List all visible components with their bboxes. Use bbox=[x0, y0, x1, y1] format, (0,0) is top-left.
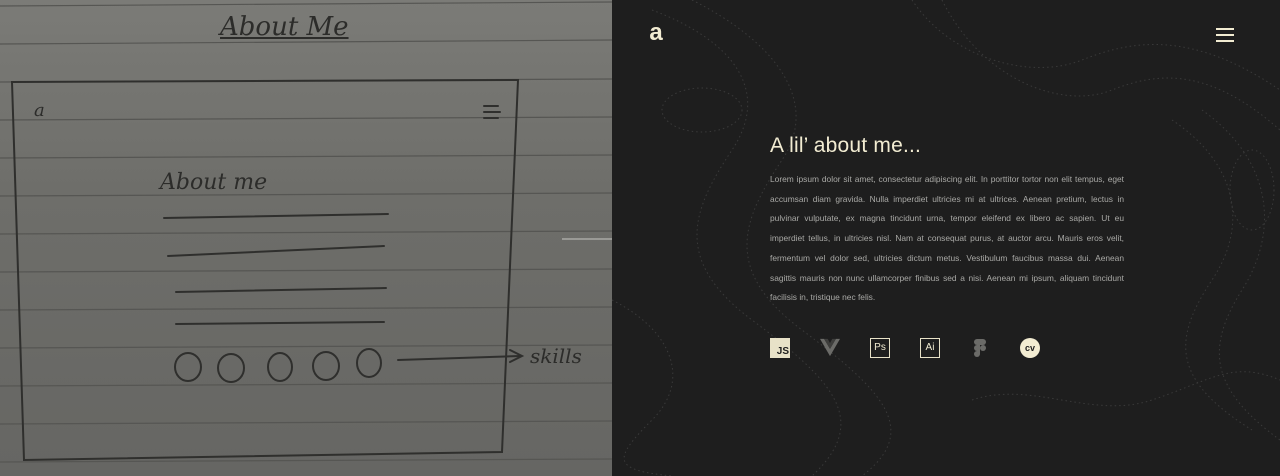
site-logo[interactable]: a bbox=[646, 21, 666, 45]
figma-icon[interactable] bbox=[970, 338, 990, 358]
javascript-icon-label: JS bbox=[776, 345, 789, 357]
illustrator-icon-label: Ai bbox=[925, 342, 935, 354]
cv-icon[interactable]: cv bbox=[1020, 337, 1040, 358]
about-section: A lil’ about me... Lorem ipsum dolor sit… bbox=[770, 134, 1124, 358]
vue-icon-glyph bbox=[820, 338, 840, 357]
sketch-drawing bbox=[0, 1, 612, 463]
sketch-heading: About me bbox=[160, 170, 268, 195]
sketch-logo-letter: a bbox=[34, 100, 45, 121]
about-page-mock: a A lil’ about me... Lorem ipsum dolor s… bbox=[612, 0, 1280, 476]
wireframe-sketch: About Me a About me skills bbox=[0, 0, 612, 476]
figma-icon-glyph bbox=[974, 338, 986, 357]
illustrator-icon[interactable]: Ai bbox=[920, 337, 940, 358]
about-paragraph: Lorem ipsum dolor sit amet, consectetur … bbox=[770, 174, 1124, 303]
cv-icon-label: cv bbox=[1024, 342, 1035, 353]
hamburger-menu-icon[interactable] bbox=[1216, 28, 1234, 42]
photoshop-icon-label: Ps bbox=[874, 342, 886, 354]
skills-row: JS Ps Ai cv bbox=[770, 337, 1124, 358]
vue-icon[interactable] bbox=[820, 338, 840, 358]
javascript-icon[interactable]: JS bbox=[770, 337, 790, 358]
sketch-title: About Me bbox=[220, 12, 349, 42]
sketch-note: skills bbox=[530, 344, 582, 368]
about-heading: A lil’ about me... bbox=[770, 134, 922, 157]
photoshop-icon[interactable]: Ps bbox=[870, 337, 890, 358]
